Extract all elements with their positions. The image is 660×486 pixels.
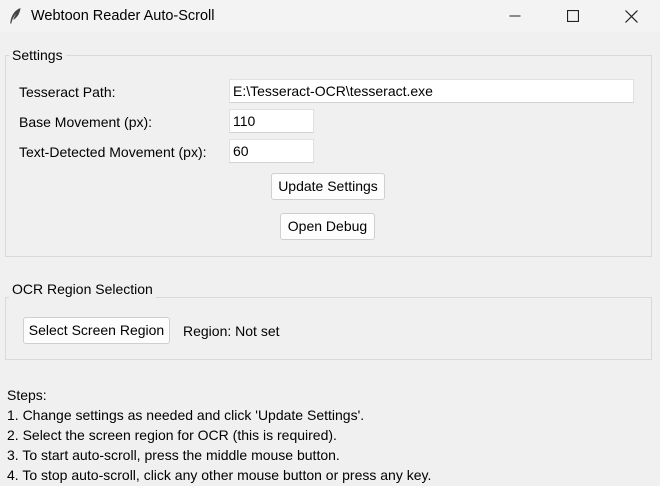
step-item: 3. To start auto-scroll, press the middl… — [7, 447, 340, 463]
maximize-button[interactable] — [544, 0, 602, 32]
update-settings-button[interactable]: Update Settings — [271, 173, 385, 200]
ocr-region-legend: OCR Region Selection — [9, 280, 156, 298]
close-icon — [624, 9, 638, 23]
feather-icon — [8, 7, 22, 25]
base-movement-input[interactable]: 110 — [229, 109, 314, 133]
minimize-icon — [509, 15, 521, 17]
open-debug-button[interactable]: Open Debug — [280, 213, 375, 240]
tesseract-path-input[interactable]: E:\Tesseract-OCR\tesseract.exe — [229, 79, 634, 103]
settings-legend: Settings — [9, 46, 66, 64]
select-screen-region-button[interactable]: Select Screen Region — [23, 317, 170, 344]
text-movement-label: Text-Detected Movement (px): — [19, 144, 207, 160]
region-status-label: Region: Not set — [183, 323, 280, 339]
title-bar[interactable]: Webtoon Reader Auto-Scroll — [0, 0, 660, 32]
step-item: 4. To stop auto-scroll, click any other … — [7, 467, 432, 483]
step-item: 1. Change settings as needed and click '… — [7, 407, 365, 423]
tesseract-path-label: Tesseract Path: — [19, 84, 116, 100]
app-window: Webtoon Reader Auto-Scroll Settings Tess… — [0, 0, 660, 486]
base-movement-label: Base Movement (px): — [19, 114, 153, 130]
minimize-button[interactable] — [486, 0, 544, 32]
text-movement-input[interactable]: 60 — [229, 139, 314, 163]
maximize-icon — [567, 10, 579, 22]
steps-heading: Steps: — [7, 387, 47, 403]
close-button[interactable] — [602, 0, 660, 32]
window-title: Webtoon Reader Auto-Scroll — [31, 8, 215, 24]
step-item: 2. Select the screen region for OCR (thi… — [7, 427, 337, 443]
